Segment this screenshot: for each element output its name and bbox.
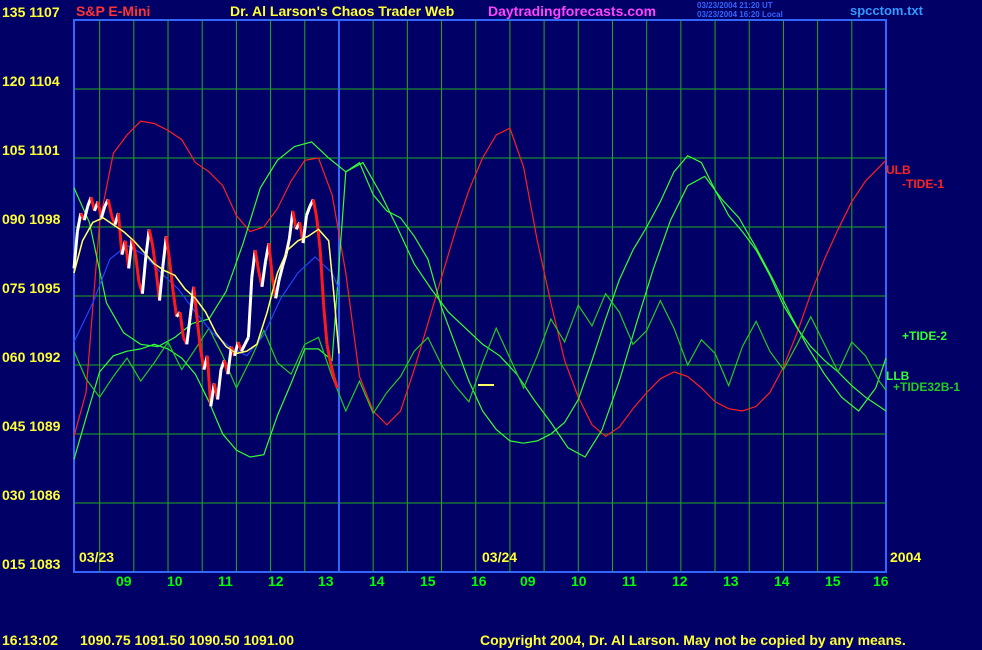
price-segment (311, 199, 319, 219)
price-segment (147, 228, 155, 246)
price-segment (151, 245, 158, 271)
price-segment (322, 305, 329, 345)
price-segment (305, 205, 312, 217)
x-tick-label: 16 (873, 573, 889, 589)
date-label-day2: 03/24 (482, 549, 518, 565)
price-segment (171, 291, 179, 317)
x-tick-label: 11 (218, 573, 233, 589)
price-segment (240, 343, 247, 352)
y-tick-label: 105 1101 (2, 142, 60, 158)
website-label: Daytradingforecasts.com (488, 3, 657, 19)
footer-ohlc: 1090.75 1091.50 1090.50 1091.00 (80, 632, 295, 648)
price-short-ma-overlay (73, 217, 340, 355)
price-segment (116, 213, 124, 255)
x-tick-label: 15 (420, 573, 436, 589)
price-segment (216, 369, 223, 400)
legend-tide-1: -TIDE-1 (902, 177, 944, 191)
series-line-blue-average (73, 244, 340, 357)
year-label: 2004 (890, 549, 922, 565)
x-tick-label: 13 (723, 573, 739, 589)
x-tick-label: 13 (318, 573, 334, 589)
price-segment (267, 242, 274, 278)
price-segment (318, 249, 326, 306)
x-tick-label: 15 (825, 573, 841, 589)
symbol-label: S&P E-Mini (76, 3, 151, 19)
footer-time: 16:13:02 (2, 632, 59, 648)
y-tick-label: 030 1086 (2, 487, 61, 503)
chart-title: Dr. Al Larson's Chaos Trader Web (230, 3, 455, 19)
x-tick-label: 10 (571, 573, 587, 589)
date-label-start: 03/23 (79, 549, 115, 565)
y-tick-label: 090 1098 (2, 211, 61, 227)
y-tick-label: 015 1083 (2, 556, 61, 572)
legend-tide-2: +TIDE-2 (902, 329, 948, 343)
x-tick-label: 10 (167, 573, 183, 589)
price-segment (253, 249, 261, 271)
price-segment (332, 376, 339, 389)
price-segment (106, 199, 114, 216)
price-segment (260, 261, 267, 288)
price-segment (243, 336, 250, 345)
x-tick-label: 14 (369, 573, 385, 589)
filename-label: spcctom.txt (850, 3, 923, 18)
x-tick-label: 16 (471, 573, 487, 589)
timestamp-local: 03/23/2004 16:20 Local (697, 10, 783, 19)
price-segment (315, 217, 322, 251)
price-segment (185, 316, 192, 345)
price-segment (75, 212, 83, 232)
x-tick-label: 11 (622, 573, 637, 589)
price-segment (192, 286, 199, 320)
price-segment (140, 256, 148, 294)
timestamp-ut: 03/23/2004 21:20 UT (697, 1, 773, 10)
x-tick-label: 12 (672, 573, 688, 589)
price-segment (168, 261, 175, 292)
price-segment (164, 236, 172, 262)
legend-ulb: ULB (886, 163, 911, 177)
x-tick-label: 14 (774, 573, 790, 589)
series-line-ulb (73, 120, 887, 438)
price-segment (325, 344, 332, 363)
y-tick-label: 045 1089 (2, 418, 61, 434)
y-tick-label: 135 1107 (2, 4, 60, 20)
price-segment (226, 346, 233, 375)
price-segment (301, 215, 308, 244)
x-tick-label: 12 (268, 573, 284, 589)
y-tick-label: 060 1092 (2, 349, 61, 365)
x-tick-label: 09 (520, 573, 536, 589)
series-line-price-short-ma (73, 216, 340, 355)
series-group (73, 120, 887, 460)
footer-copyright: Copyright 2004, Dr. Al Larson. May not b… (480, 632, 906, 648)
y-tick-label: 120 1104 (2, 73, 60, 89)
legend-tide32b-1: +TIDE32B-1 (893, 380, 961, 394)
price-segment (134, 254, 141, 283)
x-tick-label: 09 (116, 573, 132, 589)
price-segment (246, 277, 254, 338)
price-segment (195, 318, 202, 350)
y-tick-label: 075 1095 (2, 280, 61, 296)
